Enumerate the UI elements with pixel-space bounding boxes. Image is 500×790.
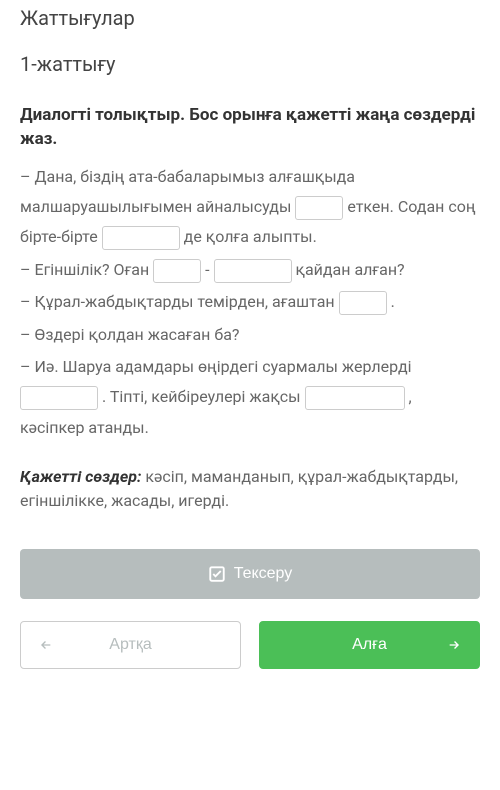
nav-row: Артқа Алға xyxy=(20,621,480,669)
arrow-right-icon xyxy=(447,637,463,653)
exercise-instructions: Диалогті толықтыр. Бос орынға қажетті жа… xyxy=(20,104,480,152)
forward-button-label: Алға xyxy=(352,636,387,654)
fill-blank-2[interactable] xyxy=(102,226,180,250)
dialogue-text: - xyxy=(205,260,213,279)
checkbox-check-icon xyxy=(208,565,226,583)
arrow-left-icon xyxy=(37,637,53,653)
dialogue-body: – Дана, біздің ата-бабаларымыз алғашқыда… xyxy=(20,162,480,444)
back-button-label: Артқа xyxy=(109,636,151,654)
forward-button[interactable]: Алға xyxy=(259,621,480,669)
fill-blank-6[interactable] xyxy=(20,386,98,410)
dialogue-text: де қолға алыпты. xyxy=(184,227,317,246)
dialogue-text: . xyxy=(391,292,395,311)
exercise-title: 1-жаттығу xyxy=(20,52,480,76)
dialogue-text: – Өздері қолдан жасаған ба? xyxy=(20,325,239,344)
word-bank-label: Қажетті сөздер: xyxy=(20,467,141,486)
check-button[interactable]: Тексеру xyxy=(20,549,480,599)
word-bank: Қажетті сөздер: кәсіп, маманданып, құрал… xyxy=(20,465,480,513)
fill-blank-3[interactable] xyxy=(153,259,201,283)
fill-blank-7[interactable] xyxy=(305,386,405,410)
fill-blank-4[interactable] xyxy=(214,259,292,283)
fill-blank-1[interactable] xyxy=(295,196,343,220)
dialogue-text: – Иә. Шаруа адамдары өңірдегі суармалы ж… xyxy=(20,357,412,376)
dialogue-text: – Егіншілік? Оған xyxy=(20,260,153,279)
dialogue-text: . Тіпті, кейбіреулері жақсы xyxy=(102,387,305,406)
check-button-label: Тексеру xyxy=(234,565,293,583)
page-category: Жаттығулар xyxy=(20,6,480,30)
dialogue-text: – Құрал-жабдықтарды темірден, ағаштан xyxy=(20,292,339,311)
fill-blank-5[interactable] xyxy=(339,291,387,315)
dialogue-text: қайдан алған? xyxy=(296,260,405,279)
back-button[interactable]: Артқа xyxy=(20,621,241,669)
